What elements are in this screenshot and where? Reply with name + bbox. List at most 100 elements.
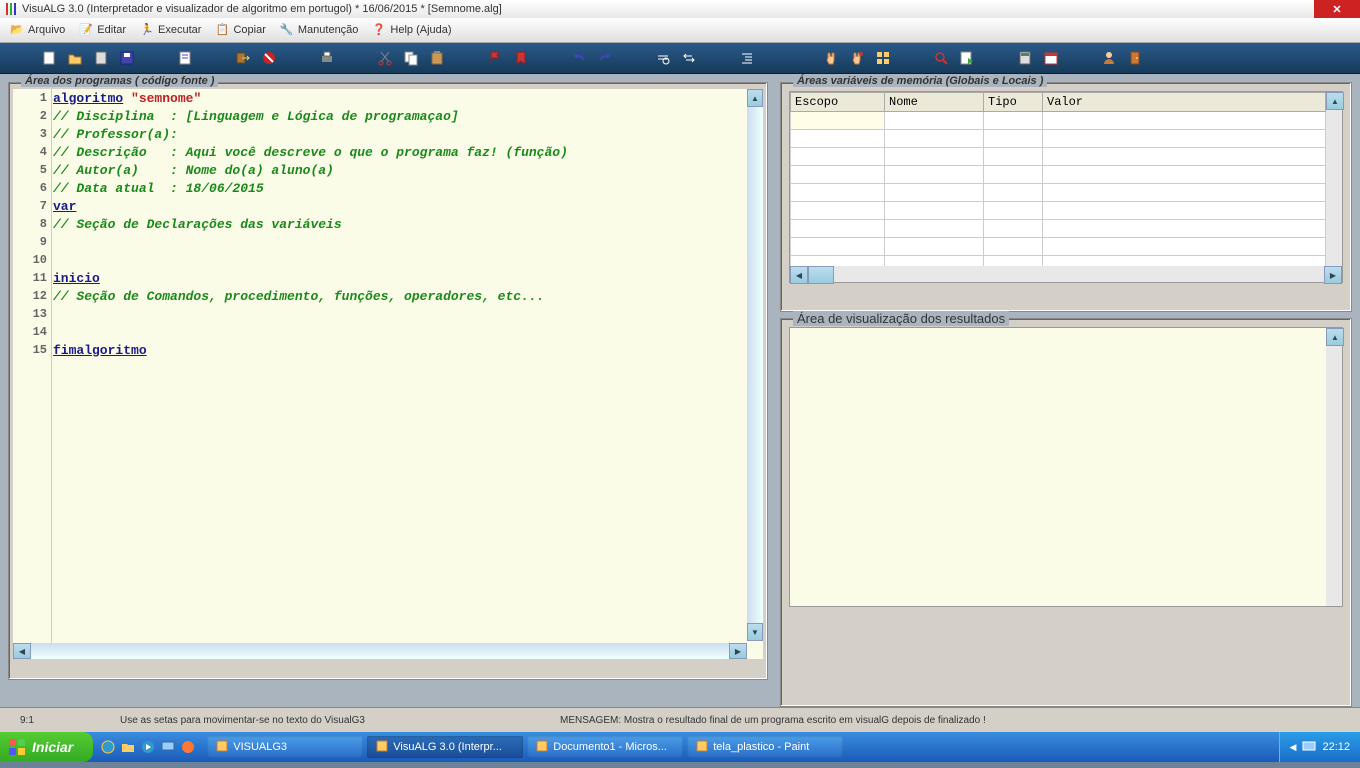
tool-save-icon[interactable] <box>118 49 136 67</box>
tool-replace-icon[interactable] <box>680 49 698 67</box>
tool-indent-icon[interactable] <box>738 49 756 67</box>
table-row[interactable] <box>791 130 1326 148</box>
copy-icon: 📋 <box>215 23 229 37</box>
tool-exit-icon[interactable] <box>234 49 252 67</box>
tool-doc-icon[interactable] <box>176 49 194 67</box>
taskbar-item-label: tela_plastico - Paint <box>713 741 809 753</box>
menu-editar[interactable]: 📝Editar <box>73 21 132 39</box>
table-row[interactable] <box>791 166 1326 184</box>
taskbar-item-icon <box>215 739 229 756</box>
table-row[interactable] <box>791 202 1326 220</box>
editor-hscroll[interactable]: ◀▶ <box>13 643 747 659</box>
taskbar: Iniciar VISUALG3 VisuALG 3.0 (Interpr... D… <box>0 732 1360 762</box>
tool-redo-icon[interactable] <box>596 49 614 67</box>
results-panel-title: Área de visualização dos resultados <box>793 311 1009 326</box>
system-tray[interactable]: ◀ 22:12 <box>1279 732 1360 762</box>
ql-firefox-icon[interactable] <box>179 738 197 756</box>
file-icon: 📂 <box>10 23 24 37</box>
menu-arquivo[interactable]: 📂Arquivo <box>4 21 71 39</box>
table-row[interactable] <box>791 184 1326 202</box>
status-hint: Use as setas para movimentar-se no texto… <box>120 715 560 726</box>
windows-logo-icon <box>8 738 26 756</box>
tool-open-icon[interactable] <box>66 49 84 67</box>
tool-bookmark-icon[interactable] <box>512 49 530 67</box>
code-editor[interactable]: 123456789101112131415 algoritmo "semnome… <box>13 89 763 659</box>
menu-copiar[interactable]: 📋Copiar <box>209 21 271 39</box>
taskbar-item-label: VISUALG3 <box>233 741 287 753</box>
tool-hand-icon[interactable] <box>822 49 840 67</box>
work-area: Área dos programas ( código fonte ) 1234… <box>0 74 1360 707</box>
scroll-left-icon[interactable]: ◀ <box>13 643 31 659</box>
tool-print-icon[interactable] <box>318 49 336 67</box>
tool-stop-icon[interactable] <box>260 49 278 67</box>
taskbar-item[interactable]: Documento1 - Micros... <box>527 736 683 758</box>
window-title: VisuALG 3.0 (Interpretador e visualizado… <box>22 3 502 15</box>
ql-explorer-icon[interactable] <box>119 738 137 756</box>
taskbar-item[interactable]: VisuALG 3.0 (Interpr... <box>367 736 523 758</box>
scroll-right-icon[interactable]: ▶ <box>1324 266 1342 284</box>
tool-new-icon[interactable] <box>40 49 58 67</box>
menubar: 📂Arquivo 📝Editar 🏃Executar 📋Copiar 🔧Manu… <box>0 18 1360 43</box>
scroll-up-icon[interactable]: ▲ <box>1326 92 1344 110</box>
start-button[interactable]: Iniciar <box>0 732 93 762</box>
toolbar <box>0 43 1360 74</box>
tool-copy-icon[interactable] <box>402 49 420 67</box>
scroll-up-icon[interactable]: ▲ <box>747 89 763 107</box>
table-row[interactable] <box>791 220 1326 238</box>
scroll-left-icon[interactable]: ◀ <box>790 266 808 284</box>
taskbar-item[interactable]: VISUALG3 <box>207 736 363 758</box>
var-vscroll[interactable]: ▲ <box>1326 92 1342 266</box>
status-message: MENSAGEM: Mostra o resultado final de um… <box>560 715 986 726</box>
scroll-right-icon[interactable]: ▶ <box>729 643 747 659</box>
tool-user-icon[interactable] <box>1100 49 1118 67</box>
tool-find-icon[interactable] <box>654 49 672 67</box>
tool-undo-icon[interactable] <box>570 49 588 67</box>
table-header-row: Escopo Nome Tipo Valor <box>791 93 1326 112</box>
menu-help[interactable]: ❓Help (Ajuda) <box>366 21 457 39</box>
table-row[interactable] <box>791 112 1326 130</box>
ql-media-icon[interactable] <box>139 738 157 756</box>
table-row[interactable] <box>791 238 1326 256</box>
edit-icon: 📝 <box>79 23 93 37</box>
tool-calc-icon[interactable] <box>1016 49 1034 67</box>
tool-flag-icon[interactable] <box>486 49 504 67</box>
tool-reload-icon[interactable] <box>92 49 110 67</box>
scroll-down-icon[interactable]: ▼ <box>747 623 763 641</box>
menu-manutencao[interactable]: 🔧Manutenção <box>274 21 365 39</box>
status-cursor-pos: 9:1 <box>20 715 120 726</box>
col-escopo[interactable]: Escopo <box>791 93 885 112</box>
menu-executar[interactable]: 🏃Executar <box>134 21 207 39</box>
variables-table[interactable]: Escopo Nome Tipo Valor ▲ ◀▶ <box>789 91 1343 283</box>
tool-cut-icon[interactable] <box>376 49 394 67</box>
close-button[interactable]: ✕ <box>1314 0 1360 18</box>
tool-calendar-icon[interactable] <box>1042 49 1060 67</box>
tray-monitor-icon[interactable] <box>1302 740 1316 754</box>
taskbar-item-label: Documento1 - Micros... <box>553 741 667 753</box>
table-row[interactable] <box>791 148 1326 166</box>
tool-grid-icon[interactable] <box>874 49 892 67</box>
tool-zoom-icon[interactable] <box>932 49 950 67</box>
editor-vscroll[interactable]: ▲▼ <box>747 89 763 641</box>
tray-chevron-icon[interactable]: ◀ <box>1290 742 1297 753</box>
tool-door-icon[interactable] <box>1126 49 1144 67</box>
col-nome[interactable]: Nome <box>885 93 984 112</box>
col-valor[interactable]: Valor <box>1043 93 1326 112</box>
quick-launch <box>93 738 203 756</box>
scroll-up-icon[interactable]: ▲ <box>1326 328 1344 346</box>
editor-content[interactable]: algoritmo "semnome"// Disciplina : [Ling… <box>53 89 747 659</box>
tool-hand2-icon[interactable] <box>848 49 866 67</box>
var-hscroll[interactable]: ◀▶ <box>790 266 1342 282</box>
taskbar-item-label: VisuALG 3.0 (Interpr... <box>393 741 502 753</box>
tool-run-icon[interactable] <box>958 49 976 67</box>
taskbar-item-icon <box>375 739 389 756</box>
ql-desktop-icon[interactable] <box>159 738 177 756</box>
code-panel-title: Área dos programas ( código fonte ) <box>21 75 218 87</box>
results-output[interactable]: ▲ <box>789 327 1343 607</box>
col-tipo[interactable]: Tipo <box>984 93 1043 112</box>
ql-ie-icon[interactable] <box>99 738 117 756</box>
scroll-thumb[interactable] <box>808 266 834 284</box>
results-vscroll[interactable]: ▲ <box>1326 328 1342 606</box>
taskbar-item[interactable]: tela_plastico - Paint <box>687 736 843 758</box>
tool-paste-icon[interactable] <box>428 49 446 67</box>
left-panel: Área dos programas ( código fonte ) 1234… <box>8 82 768 707</box>
